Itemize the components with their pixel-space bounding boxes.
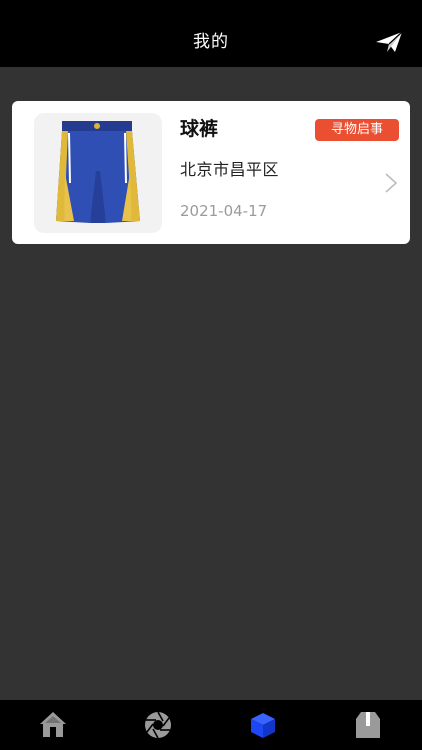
tab-bar bbox=[0, 700, 422, 750]
home-icon bbox=[40, 712, 66, 737]
item-thumbnail bbox=[34, 113, 162, 233]
item-date: 2021-04-17 bbox=[180, 202, 268, 220]
list-item[interactable]: 球裤 寻物启事 北京市昌平区 2021-04-17 bbox=[12, 101, 410, 244]
box-icon bbox=[356, 712, 380, 738]
page-title: 我的 bbox=[193, 32, 229, 52]
content-area: 球裤 寻物启事 北京市昌平区 2021-04-17 bbox=[0, 67, 422, 700]
send-button[interactable] bbox=[374, 30, 404, 54]
cube-icon bbox=[251, 713, 275, 738]
item-location: 北京市昌平区 bbox=[180, 160, 280, 179]
item-title: 球裤 bbox=[180, 118, 219, 140]
tab-camera[interactable] bbox=[143, 710, 173, 740]
basketball-shorts-image bbox=[56, 121, 140, 223]
camera-aperture-icon bbox=[145, 711, 171, 739]
tab-box[interactable] bbox=[353, 710, 383, 740]
nav-bar: 我的 bbox=[0, 0, 422, 67]
chevron-right-icon bbox=[385, 173, 398, 193]
tab-cube[interactable] bbox=[248, 710, 278, 740]
paper-plane-icon bbox=[376, 31, 403, 52]
status-badge: 寻物启事 bbox=[315, 119, 399, 141]
tab-home[interactable] bbox=[38, 710, 68, 740]
